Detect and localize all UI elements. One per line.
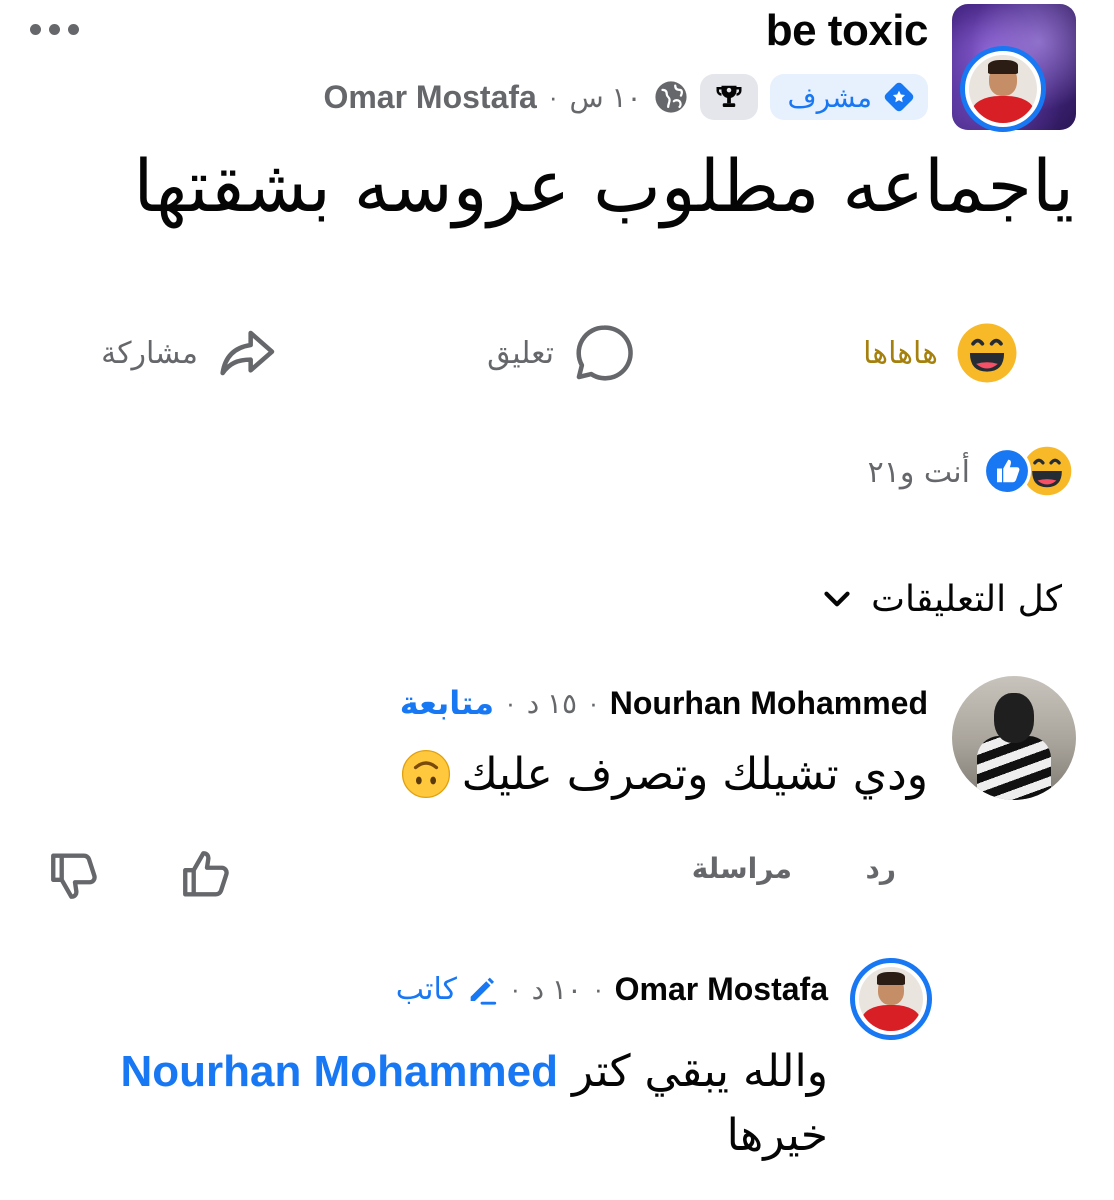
post-meta: Omar Mostafa · ١٠ س مشرف <box>323 74 928 120</box>
comment-time[interactable]: ١٠ د <box>532 973 582 1006</box>
commenter-name[interactable]: Omar Mostafa <box>615 971 828 1008</box>
reaction-icons <box>978 444 1074 500</box>
comment-body: والله يبقي كتر <box>572 1046 828 1097</box>
comment-button-label: تعليق <box>487 335 554 371</box>
author-reply-avatar[interactable] <box>850 958 932 1040</box>
commenter-avatar[interactable] <box>952 676 1076 800</box>
separator-dot: · <box>506 687 515 718</box>
comment-body: ودي تشيلك وتصرف عليك <box>461 748 928 800</box>
trophy-icon <box>716 85 742 107</box>
pencil-icon <box>470 977 497 1005</box>
comment-body-continued: خيرها <box>726 1109 828 1161</box>
author-badge-label: كاتب <box>395 971 457 1007</box>
comment-text: والله يبقي كتر Nourhan Mohammed خيرها <box>88 1040 828 1168</box>
comment-time[interactable]: ١٥ د <box>527 687 577 720</box>
top-contributor-badge[interactable] <box>699 74 758 120</box>
haha-reaction-icon <box>957 323 1017 383</box>
admin-badge-label: مشرف <box>787 81 872 113</box>
upside-down-face-emoji-icon <box>401 749 450 799</box>
mention-link[interactable]: Nourhan Mohammed <box>120 1047 558 1096</box>
chevron-down-icon <box>824 591 850 607</box>
like-reaction-icon <box>982 446 1032 496</box>
share-button[interactable]: مشاركة <box>101 320 280 386</box>
separator-dot: · <box>593 973 603 1004</box>
react-button-label: هاهاها <box>863 335 938 371</box>
thumb-down-icon[interactable] <box>46 846 104 904</box>
author-avatar[interactable] <box>960 46 1046 132</box>
comments-filter[interactable]: كل التعليقات <box>819 574 1062 624</box>
admin-star-icon <box>884 82 914 112</box>
comments-filter-label: كل التعليقات <box>871 578 1062 620</box>
comment-text: ودي تشيلك وتصرف عليك <box>400 748 928 800</box>
reaction-summary[interactable]: أنت و٢١ <box>868 444 1074 500</box>
share-arrow-icon <box>220 330 275 376</box>
react-button[interactable]: هاهاها <box>863 320 1018 386</box>
more-options-icon[interactable] <box>30 18 94 40</box>
commenter-name[interactable]: Nourhan Mohammed <box>610 685 928 722</box>
post-time[interactable]: ١٠ س <box>570 81 642 114</box>
comment-header: متابعة · ١٥ د · Nourhan Mohammed <box>400 680 928 726</box>
comment-button[interactable]: تعليق <box>487 320 636 386</box>
author-badge: كاتب <box>396 972 499 1007</box>
share-button-label: مشاركة <box>101 335 198 371</box>
separator-dot: · <box>510 973 520 1004</box>
globe-icon <box>654 81 687 113</box>
group-name[interactable]: be toxic <box>766 6 929 56</box>
reply-button[interactable]: رد <box>866 852 897 885</box>
reaction-count: أنت و٢١ <box>867 454 970 490</box>
follow-button[interactable]: متابعة <box>400 684 494 722</box>
comment-bubble-icon <box>576 325 633 381</box>
comment-header: كاتب · ١٠ د · Omar Mostafa <box>396 966 828 1012</box>
post-body-text: ياجماعه مطلوب عروسه بشقتها <box>133 144 1074 228</box>
message-button[interactable]: مراسلة <box>692 852 792 885</box>
separator-dot: · <box>548 81 558 112</box>
separator-dot: · <box>589 687 598 718</box>
admin-badge[interactable]: مشرف <box>769 74 928 120</box>
post-author-name[interactable]: Omar Mostafa <box>323 79 536 116</box>
thumb-up-icon[interactable] <box>178 846 236 904</box>
